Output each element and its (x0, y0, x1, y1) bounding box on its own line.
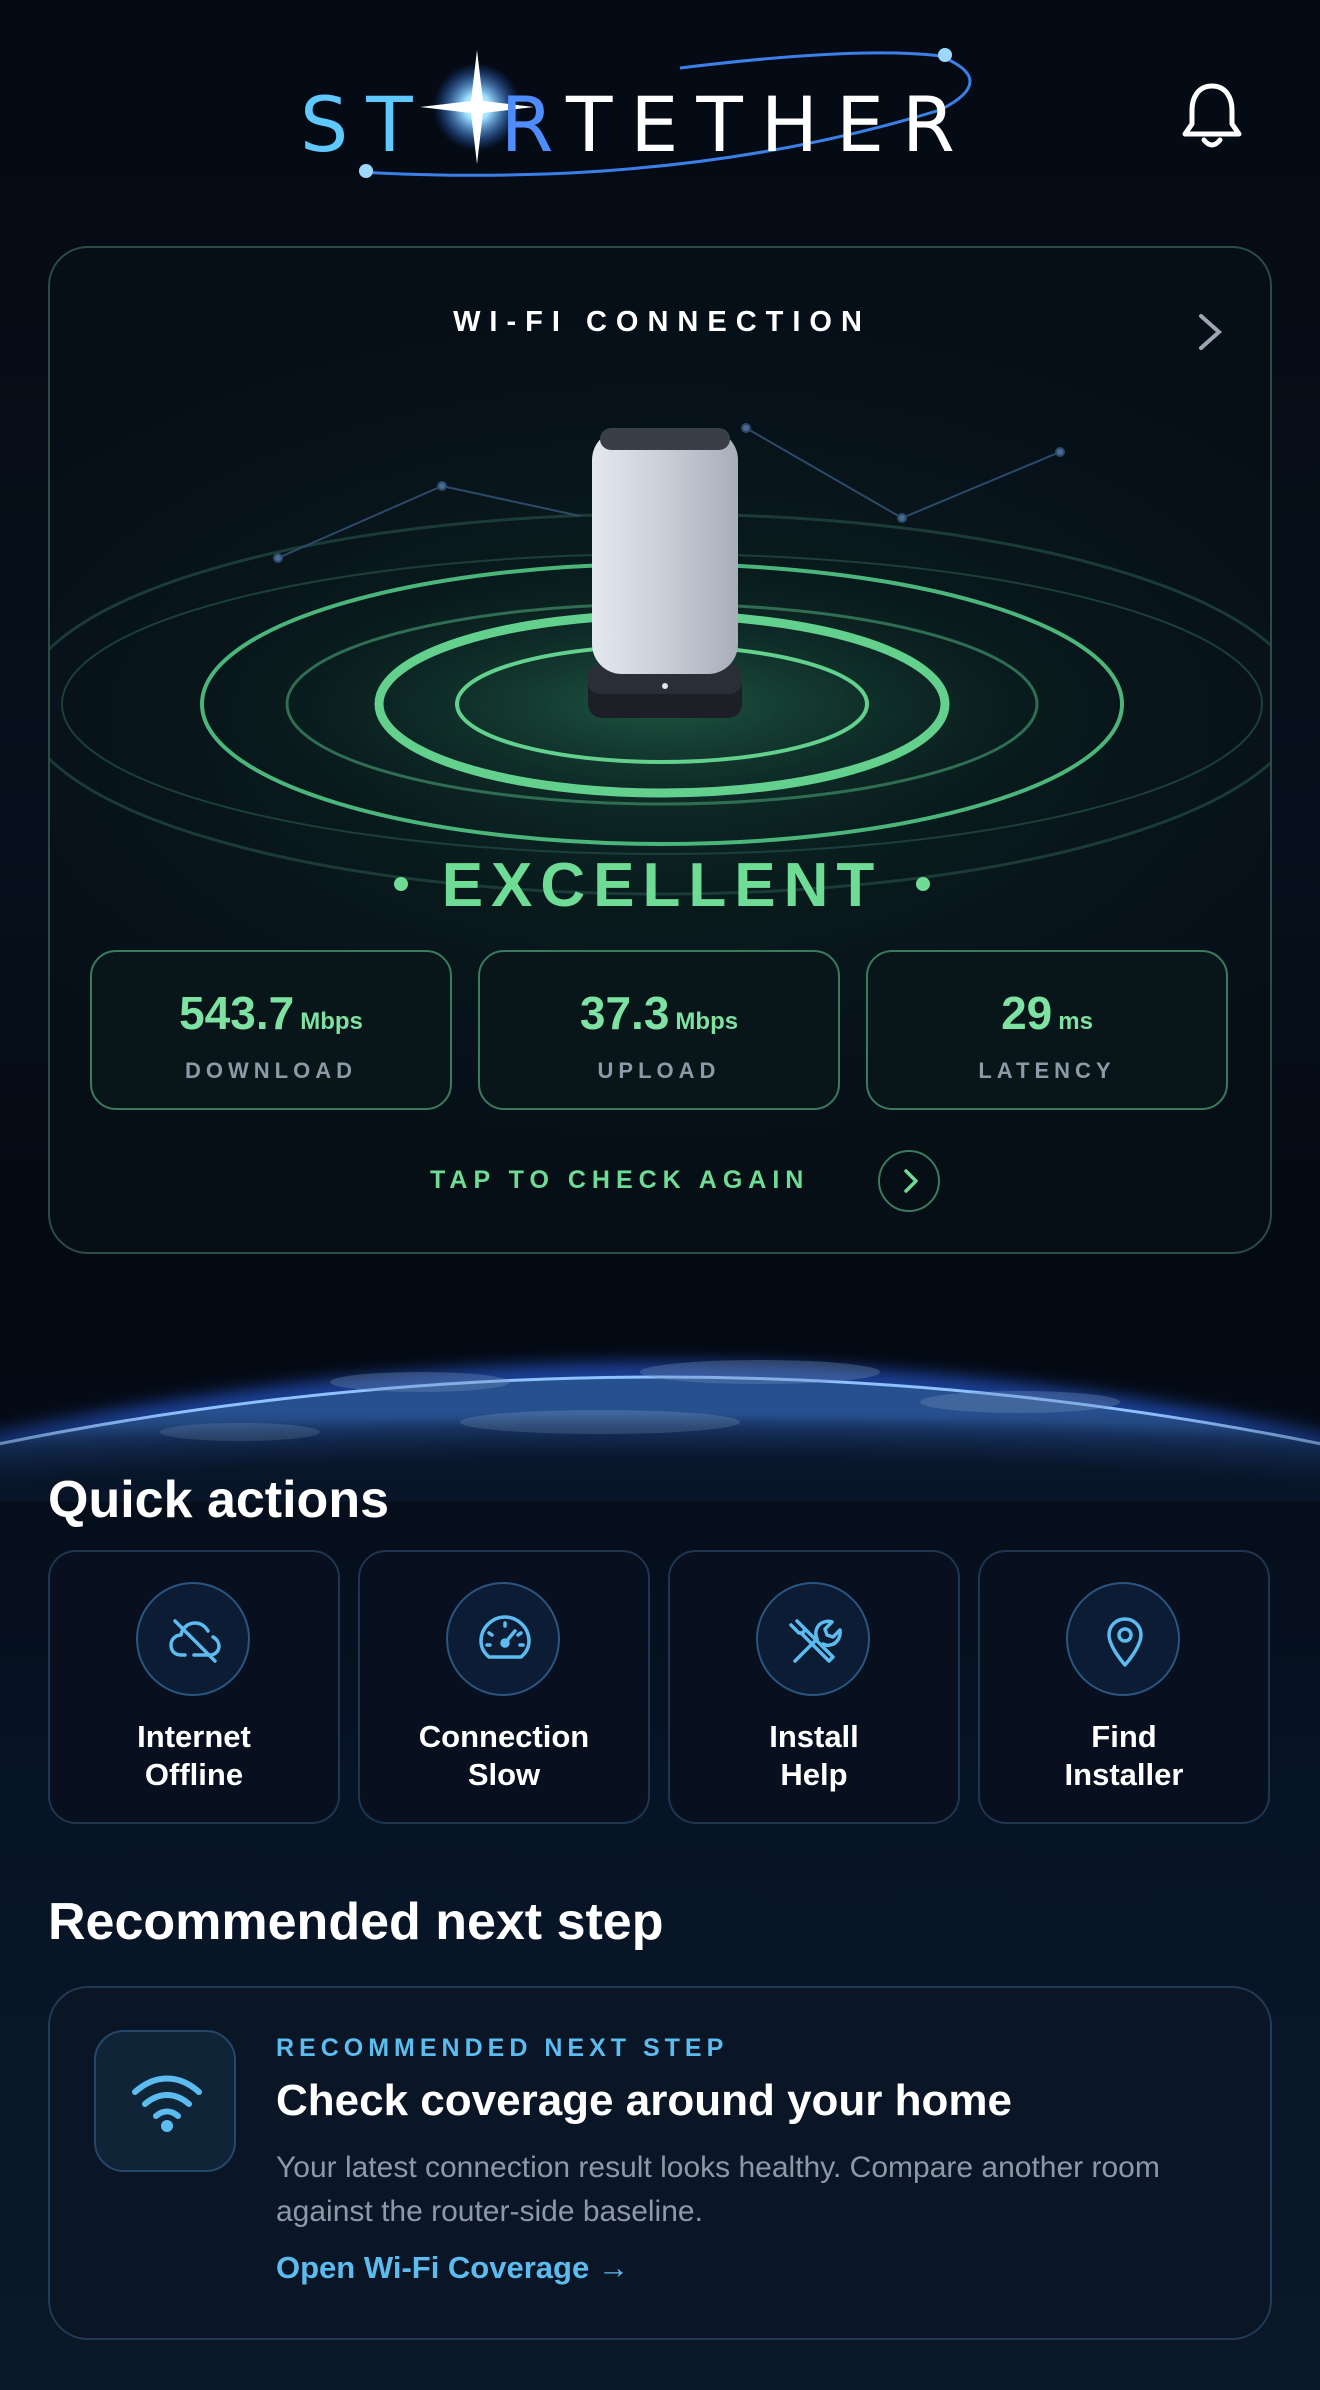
header: ST RTETHER (0, 0, 1320, 220)
bell-icon[interactable] (1180, 80, 1244, 152)
logo: ST RTETHER (300, 40, 1020, 200)
latency-unit: ms (1058, 1008, 1093, 1035)
upload-value: 37.3 (579, 987, 670, 1039)
quick-actions-title: Quick actions (48, 1471, 389, 1529)
internet-offline-label-line2: Offline (144, 1757, 244, 1792)
latency-value: 29 (1001, 987, 1053, 1039)
connection-quality: EXCELLENT (50, 850, 1270, 921)
chevron-right-circle-icon[interactable] (878, 1150, 940, 1212)
install-help-label-line2: Help (780, 1757, 848, 1792)
upload-stat: 37.3 Mbps UPLOAD (478, 950, 840, 1110)
download-stat: 543.7 Mbps DOWNLOAD (90, 950, 452, 1110)
upload-unit: Mbps (675, 1008, 739, 1035)
cloud-off-icon (136, 1582, 250, 1696)
recommended-title: Check coverage around your home (276, 2076, 1012, 2125)
connection-slow-label-line2: Slow (467, 1757, 541, 1792)
check-again-label: TAP TO CHECK AGAIN (430, 1166, 810, 1194)
install-help-label-line1: Install (769, 1719, 859, 1754)
upload-label: UPLOAD (597, 1058, 721, 1083)
recommended-card[interactable]: RECOMMENDED NEXT STEP Check coverage aro… (48, 1986, 1272, 2340)
recommended-description: Your latest connection result looks heal… (276, 2151, 1160, 2228)
logo-wordmark: ST RTETHER (300, 80, 973, 169)
wifi-icon (94, 2030, 236, 2172)
find-installer-label-line2: Installer (1064, 1757, 1184, 1792)
earth-horizon-image (0, 1360, 1320, 1502)
router-image (588, 428, 742, 718)
recommended-kicker: RECOMMENDED NEXT STEP (276, 2034, 729, 2062)
download-value: 543.7 (179, 987, 295, 1039)
download-unit: Mbps (300, 1008, 363, 1035)
check-again-button[interactable]: TAP TO CHECK AGAIN (430, 1148, 950, 1218)
recommended-section-title: Recommended next step (48, 1893, 664, 1951)
quick-action-find-installer[interactable]: Find Installer (978, 1550, 1270, 1824)
latency-stat: 29 ms LATENCY (866, 950, 1228, 1110)
latency-label: LATENCY (978, 1058, 1116, 1083)
wifi-connection-card[interactable]: WI-FI CONNECTION EXCELLENT 543.7 Mbps DO… (48, 246, 1272, 1254)
download-label: DOWNLOAD (185, 1058, 357, 1083)
quick-action-internet-offline[interactable]: Internet Offline (48, 1550, 340, 1824)
tools-icon (756, 1582, 870, 1696)
quick-action-connection-slow[interactable]: Connection Slow (358, 1550, 650, 1824)
app-screen: ST RTETHER WI-FI CONNECTION EXCELLENT 54… (0, 0, 1320, 2390)
connection-slow-label-line1: Connection (418, 1719, 590, 1754)
speedometer-icon (446, 1582, 560, 1696)
open-wifi-coverage-link[interactable]: Open Wi-Fi Coverage → (276, 2250, 629, 2286)
internet-offline-label-line1: Internet (137, 1719, 251, 1754)
map-pin-icon (1066, 1582, 1180, 1696)
find-installer-label-line1: Find (1091, 1719, 1157, 1754)
quick-action-install-help[interactable]: Install Help (668, 1550, 960, 1824)
